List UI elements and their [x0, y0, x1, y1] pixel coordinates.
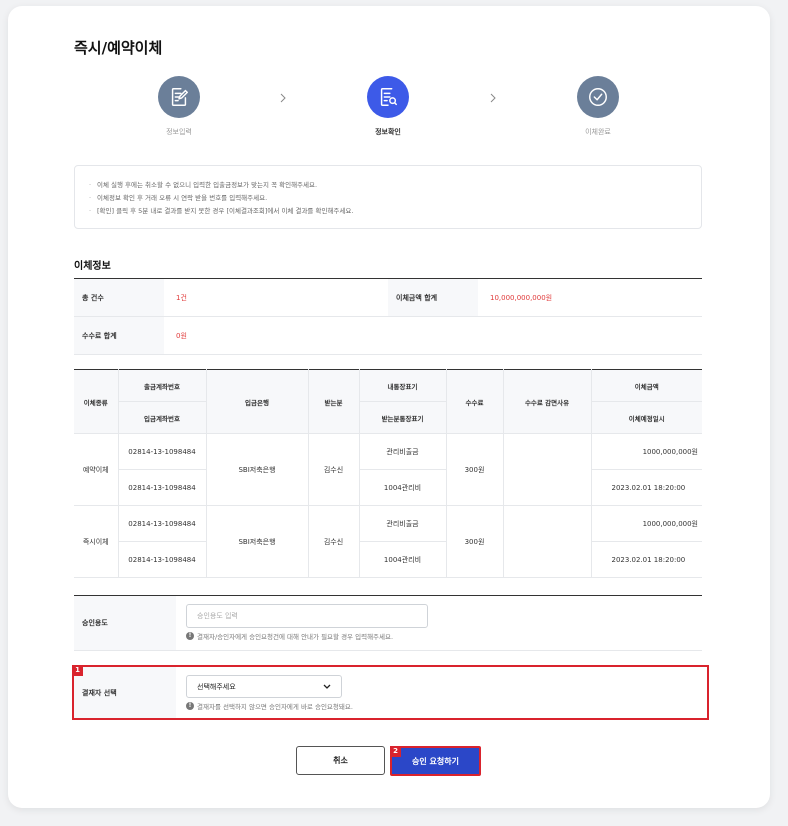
approver-label: 결재자 선택	[74, 667, 176, 718]
approval-purpose-row: 승인용도 승인용도 입력 ! 결재자/승인자에게 승인요청건에 대해 안내가 필…	[74, 595, 702, 651]
table-row: 02814-13-1098484 1004관리비 2023.02.01 18:2…	[74, 469, 702, 506]
header-fee: 수수료	[446, 369, 504, 434]
cell-type: 예약이체	[74, 433, 119, 506]
cell-in-bank: SBI저축은행	[206, 433, 309, 506]
approver-field: 선택해주세요 ! 결재자를 선택하지 않으면 승인자에게 바로 승인요청돼요.	[176, 667, 353, 718]
notice-item: 이체 실행 후에는 취소할 수 없으니 입력한 입출금정보가 맞는지 꼭 확인해…	[89, 179, 701, 192]
approver-select-value: 선택해주세요	[197, 682, 236, 691]
cell-their-memo: 1004관리비	[359, 541, 447, 578]
annotation-badge: 1	[72, 665, 83, 676]
cancel-button[interactable]: 취소	[296, 746, 385, 775]
header-in-bank: 입금은행	[206, 369, 309, 434]
cell-out-account: 02814-13-1098484	[118, 505, 207, 542]
chevron-right-icon	[490, 93, 496, 103]
cell-in-account: 02814-13-1098484	[118, 541, 207, 578]
notice-item: 이체정보 확인 후 거래 오류 시 연락 받을 번호를 입력해주세요.	[89, 192, 701, 205]
header-schedule: 이체예정일시	[591, 401, 702, 434]
info-icon: !	[186, 702, 194, 710]
cell-recipient: 김수신	[308, 505, 360, 578]
step-confirm: 정보확인	[366, 76, 410, 136]
cell-type: 즉시이체	[74, 505, 119, 578]
cell-schedule: 2023.02.01 18:20:00	[591, 469, 702, 506]
chevron-right-icon	[280, 93, 286, 103]
request-approval-button[interactable]: 승인 요청하기	[390, 746, 481, 776]
cell-fee-reason	[503, 505, 592, 578]
header-my-memo: 내통장표기	[359, 369, 447, 402]
approver-select[interactable]: 선택해주세요	[186, 675, 342, 698]
cell-in-account: 02814-13-1098484	[118, 469, 207, 506]
approval-purpose-input[interactable]: 승인용도 입력	[186, 604, 428, 628]
cell-my-memo: 관리비출금	[359, 505, 447, 542]
header-fee-reason: 수수료 감면사유	[503, 369, 592, 434]
step-label-complete: 이체완료	[585, 128, 611, 136]
header-recipient: 받는분	[308, 369, 360, 434]
approval-purpose-hint-text: 결재자/승인자에게 승인요청건에 대해 안내가 필요할 경우 입력해주세요.	[197, 633, 394, 641]
transfer-detail-table: 이체종류 출금계좌번호 입금은행 받는분 내통장표기 수수료 수수료 감면사유 …	[74, 369, 702, 578]
table-row: 02814-13-1098484 1004관리비 2023.02.01 18:2…	[74, 541, 702, 578]
cell-their-memo: 1004관리비	[359, 469, 447, 506]
step-input: 정보입력	[157, 76, 201, 136]
request-approval-label: 승인 요청하기	[412, 756, 459, 766]
table-row: 즉시이체 02814-13-1098484 SBI저축은행 김수신 관리비출금 …	[74, 505, 702, 578]
notice-box: 이체 실행 후에는 취소할 수 없으니 입력한 입출금정보가 맞는지 꼭 확인해…	[74, 165, 702, 229]
cell-amount: 1000,000,000원	[591, 505, 702, 542]
chevron-down-icon	[323, 684, 331, 689]
cell-schedule: 2023.02.01 18:20:00	[591, 541, 702, 578]
total-amount-value: 10,000,000,000원	[490, 293, 553, 302]
table-row: 예약이체 02814-13-1098484 SBI저축은행 김수신 관리비출금 …	[74, 433, 702, 506]
cell-out-account: 02814-13-1098484	[118, 433, 207, 470]
approval-purpose-hint: ! 결재자/승인자에게 승인요청건에 대해 안내가 필요할 경우 입력해주세요.	[186, 631, 428, 641]
cell-my-memo: 관리비출금	[359, 433, 447, 470]
summary-row: 총 건수 1건 이체금액 합계 10,000,000,000원	[74, 279, 702, 317]
approver-hint-text: 결재자를 선택하지 않으면 승인자에게 바로 승인요청돼요.	[197, 703, 353, 711]
approver-select-row: 결재자 선택 선택해주세요 ! 결재자를 선택하지 않으면 승인자에게 바로 승…	[72, 665, 709, 720]
header-their-memo: 받는분통장표기	[359, 401, 447, 434]
cell-fee: 300원	[446, 433, 504, 506]
approval-purpose-field: 승인용도 입력 ! 결재자/승인자에게 승인요청건에 대해 안내가 필요할 경우…	[176, 596, 428, 650]
fee-total-value: 0원	[176, 331, 187, 340]
section-title: 이체정보	[74, 261, 111, 272]
edit-document-icon	[158, 76, 200, 118]
annotation-badge: 2	[390, 746, 401, 757]
cell-amount: 1000,000,000원	[591, 433, 702, 470]
step-complete: 이체완료	[576, 76, 620, 136]
info-icon: !	[186, 632, 194, 640]
document-search-icon	[367, 76, 409, 118]
summary-row: 수수료 합계 0원	[74, 317, 702, 355]
header-amount: 이체금액	[591, 369, 702, 402]
notice-item: [확인] 클릭 후 5분 내로 결과를 받지 못한 경우 [이체결과조회]에서 …	[89, 205, 701, 218]
step-label-confirm: 정보확인	[375, 128, 401, 136]
page-title: 즉시/예약이체	[74, 39, 163, 57]
approval-purpose-label: 승인용도	[74, 596, 176, 650]
total-count-value: 1건	[176, 293, 187, 302]
cell-fee-reason	[503, 433, 592, 506]
header-out-account: 출금계좌번호	[118, 369, 207, 402]
transfer-summary: 총 건수 1건 이체금액 합계 10,000,000,000원 수수료 합계 0…	[74, 278, 702, 355]
cell-in-bank: SBI저축은행	[206, 505, 309, 578]
header-type: 이체종류	[74, 369, 119, 434]
total-count-label: 총 건수	[74, 279, 164, 316]
header-in-account: 입금계좌번호	[118, 401, 207, 434]
check-circle-icon	[577, 76, 619, 118]
fee-total-label: 수수료 합계	[74, 317, 164, 354]
approver-hint: ! 결재자를 선택하지 않으면 승인자에게 바로 승인요청돼요.	[186, 701, 353, 711]
step-label-input: 정보입력	[166, 128, 192, 136]
cell-recipient: 김수신	[308, 433, 360, 506]
total-amount-label: 이체금액 합계	[388, 279, 478, 316]
cell-fee: 300원	[446, 505, 504, 578]
